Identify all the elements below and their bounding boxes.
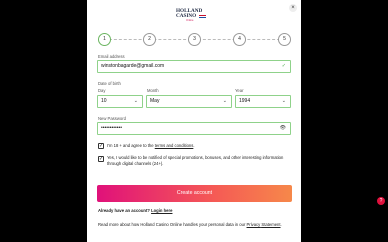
promotions-checkbox[interactable]: ✓: [98, 156, 104, 162]
privacy-text: Read more about how Holland Casino Onlin…: [98, 222, 282, 227]
flag-icon: [199, 15, 206, 18]
email-field[interactable]: winstonbagarde@gmail.com ✓: [97, 60, 291, 73]
email-label: Email address: [98, 54, 125, 59]
step-4: 4: [233, 33, 246, 46]
email-value: winstonbagarde@gmail.com: [101, 63, 165, 69]
close-button[interactable]: ×: [289, 4, 297, 12]
step-3: 3: [188, 33, 201, 46]
chevron-down-icon: ⌄: [222, 98, 227, 104]
help-badge[interactable]: ?: [377, 197, 385, 205]
step-1: 1: [98, 33, 111, 46]
login-link[interactable]: Login here: [151, 208, 172, 213]
day-select[interactable]: 10 ⌄: [97, 95, 143, 108]
step-5: 5: [278, 33, 291, 46]
month-select[interactable]: May ⌄: [146, 95, 232, 108]
year-label: Year: [235, 88, 244, 93]
login-text: Already have an account? Login here: [98, 208, 173, 213]
privacy-link[interactable]: Privacy Statement: [247, 222, 281, 227]
holland-casino-logo: HOLLAND CASINO Online: [176, 8, 212, 23]
day-label: Day: [98, 88, 106, 93]
terms-checkbox[interactable]: ✓: [98, 143, 104, 149]
check-icon: ✓: [281, 63, 286, 69]
month-label: Month: [147, 88, 159, 93]
password-field[interactable]: •••••••••••• 👁: [97, 122, 291, 135]
eye-icon[interactable]: 👁: [280, 123, 286, 134]
step-2: 2: [143, 33, 156, 46]
signup-modal: HOLLAND CASINO Online × 1 2 3 4 5 Email …: [87, 0, 301, 242]
terms-link[interactable]: terms and conditions: [155, 143, 194, 148]
stepper: 1 2 3 4 5: [98, 33, 291, 46]
promotions-text: Yes, I would like to be notified of spec…: [107, 155, 284, 166]
create-account-button[interactable]: Create account: [97, 185, 292, 202]
password-label: New Password: [98, 116, 126, 121]
year-select[interactable]: 1994 ⌄: [235, 95, 291, 108]
terms-text: I'm 18 + and agree to the terms and cond…: [107, 143, 195, 148]
password-value: ••••••••••••: [101, 125, 123, 131]
dob-label: Date of birth: [98, 81, 121, 86]
chevron-down-icon: ⌄: [133, 98, 138, 104]
chevron-down-icon: ⌄: [281, 98, 286, 104]
